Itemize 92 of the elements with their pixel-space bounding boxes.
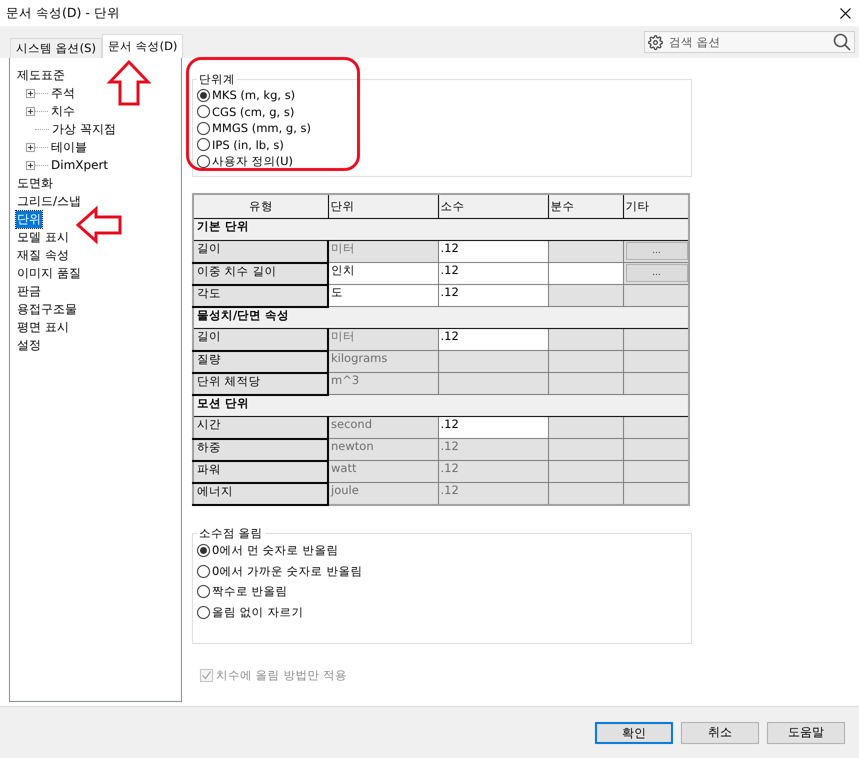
table-cell[interactable]: .12: [438, 284, 548, 306]
table-cell: newton: [328, 438, 438, 460]
tree-item[interactable]: 주석: [50, 84, 76, 102]
table-cell[interactable]: .12: [438, 262, 548, 284]
tree-item[interactable]: 설정: [16, 336, 42, 354]
table-cell: 길이: [193, 240, 328, 262]
table-cell: kilograms: [328, 350, 438, 372]
table-cell: .12: [438, 460, 548, 482]
tree-item[interactable]: 테이블: [50, 138, 88, 156]
radio-label: 0에서 가까운 숫자로 반올림: [212, 564, 362, 579]
tree-item[interactable]: 치수: [50, 102, 76, 120]
table-cell: 질량: [193, 350, 328, 372]
table-cell: second: [328, 416, 438, 438]
radio-button[interactable]: [197, 105, 210, 118]
tree-item[interactable]: 그리드/스냅: [16, 192, 82, 210]
table-cell: watt: [328, 460, 438, 482]
tab[interactable]: 시스템 옵션(S): [10, 38, 102, 58]
table-cell: 각도: [193, 284, 328, 306]
radio-button[interactable]: [197, 564, 210, 578]
tree-item[interactable]: 제도표준: [16, 66, 66, 84]
tree-item[interactable]: 도면화: [16, 174, 54, 192]
radio-button[interactable]: [197, 88, 210, 102]
table-cell[interactable]: .12: [438, 240, 548, 262]
table-cell: 파워: [193, 460, 328, 482]
table-cell: .12: [438, 438, 548, 460]
tree-item[interactable]: 모델 표시: [16, 228, 70, 246]
column-header: 분수: [548, 194, 623, 218]
group-title: 단위계: [198, 72, 236, 87]
expand-toggle[interactable]: [26, 160, 35, 170]
radio-label: CGS (cm, g, s): [212, 104, 294, 119]
section-row: 물성치/단면 속성: [193, 306, 689, 328]
table-cell: .12: [438, 482, 548, 504]
radio-label: IPS (in, lb, s): [212, 138, 284, 152]
column-header: 유형: [193, 194, 328, 218]
table-cell: 하중: [193, 438, 328, 460]
more-button[interactable]: ...: [626, 264, 688, 282]
table-cell: 에너지: [193, 482, 328, 504]
table-cell[interactable]: 인치: [328, 262, 438, 284]
table-cell[interactable]: .12: [438, 328, 548, 350]
radio-label: 사용자 정의(U): [212, 154, 294, 169]
more-button[interactable]: ...: [626, 242, 688, 260]
dialog-button[interactable]: 확인: [595, 722, 673, 744]
window-title: 문서 속성(D) - 단위: [6, 4, 120, 22]
radio-button[interactable]: [197, 606, 210, 619]
search-field[interactable]: 검색 옵션: [644, 31, 855, 53]
section-row: 기본 단위: [193, 218, 689, 240]
table-cell: 미터: [328, 240, 438, 262]
table-cell: joule: [328, 482, 438, 504]
tree-item[interactable]: 재질 속성: [16, 246, 70, 264]
column-header: 기타: [623, 194, 689, 218]
tree-item[interactable]: 판금: [16, 282, 42, 300]
radio-label: 0에서 먼 숫자로 반올림: [212, 543, 338, 558]
table-cell: 길이: [193, 328, 328, 350]
tree-item[interactable]: 가상 꼭지점: [51, 120, 117, 138]
checkbox-label: 치수에 올림 방법만 적용: [216, 668, 347, 682]
table-cell: 단위 체적당: [193, 372, 328, 394]
tree-item[interactable]: 단위: [16, 210, 42, 228]
close-icon[interactable]: [840, 8, 851, 18]
tab[interactable]: 문서 속성(D): [102, 34, 184, 58]
radio-label: MMGS (mm, g, s): [212, 121, 312, 136]
settings-icon[interactable]: [648, 34, 663, 50]
column-header: 소수: [438, 194, 548, 218]
search-icon[interactable]: [833, 33, 851, 51]
radio-button[interactable]: [197, 585, 210, 598]
expand-toggle[interactable]: [26, 106, 35, 116]
tree-item[interactable]: 용접구조물: [16, 300, 78, 318]
table-cell[interactable]: .12: [438, 416, 548, 438]
radio-label: 짝수로 반올림: [212, 584, 288, 600]
left-arrow-drawing: [76, 207, 122, 243]
radio-button[interactable]: [197, 544, 210, 558]
dialog-button[interactable]: 취소: [681, 722, 759, 744]
tree-item[interactable]: 이미지 품질: [16, 264, 82, 282]
radio-label: 올림 없이 자르기: [212, 604, 304, 620]
group-title: 소수점 올림: [198, 526, 264, 540]
radio-button[interactable]: [197, 138, 210, 152]
table-cell[interactable]: 도: [328, 284, 438, 306]
table-cell: 미터: [328, 328, 438, 350]
table-cell: m^3: [328, 372, 438, 394]
radio-button[interactable]: [197, 154, 210, 168]
table-cell: 이중 치수 길이: [193, 262, 328, 284]
search-input[interactable]: 검색 옵션: [667, 34, 829, 50]
radio-button[interactable]: [197, 122, 210, 135]
table-cell[interactable]: [548, 262, 623, 284]
dialog-button[interactable]: 도움말: [767, 722, 845, 744]
section-row: 모션 단위: [193, 394, 689, 416]
tree-item[interactable]: 평면 표시: [16, 318, 70, 336]
tree-item[interactable]: DimXpert: [50, 158, 110, 172]
column-header: 단위: [328, 194, 438, 218]
table-cell: 시간: [193, 416, 328, 438]
expand-toggle[interactable]: [26, 142, 35, 152]
expand-toggle[interactable]: [26, 88, 35, 98]
radio-label: MKS (m, kg, s): [212, 88, 296, 102]
